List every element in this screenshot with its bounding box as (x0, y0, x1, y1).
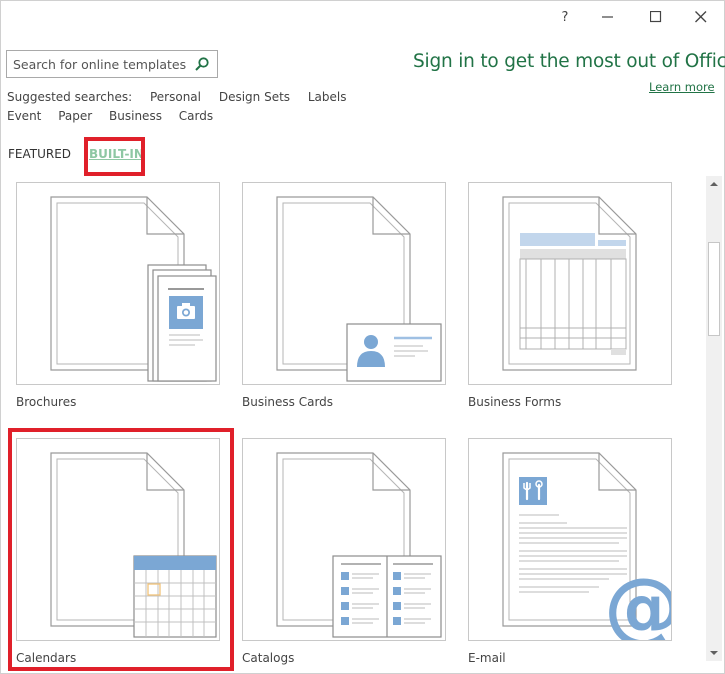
learn-more-link[interactable]: Learn more (649, 80, 715, 94)
search-icon (195, 57, 209, 71)
business-form-icon (502, 196, 637, 371)
email-icon: @ (502, 452, 671, 640)
template-thumbnail (242, 182, 446, 385)
scroll-up-button[interactable] (706, 176, 722, 192)
suggested-label: Suggested searches: (7, 90, 133, 104)
template-tile-calendars[interactable]: Calendars (16, 438, 220, 665)
scroll-down-button[interactable] (706, 645, 722, 661)
template-tile-brochures[interactable]: Brochures (16, 182, 220, 409)
template-thumbnail (16, 182, 220, 385)
close-icon (695, 11, 707, 23)
suggested-link-design-sets[interactable]: Design Sets (219, 90, 290, 104)
template-label: Calendars (16, 651, 77, 665)
template-thumbnail (242, 438, 446, 641)
suggested-link-business[interactable]: Business (109, 109, 162, 123)
template-tile-catalogs[interactable]: Catalogs (242, 438, 446, 665)
svg-text:@: @ (604, 563, 671, 640)
search-box (6, 50, 218, 78)
template-tile-email[interactable]: @ E-mail (468, 438, 672, 665)
template-label: Brochures (16, 395, 77, 409)
scroll-up-arrow-icon (710, 182, 718, 186)
search-button[interactable] (189, 51, 215, 77)
suggested-link-event[interactable]: Event (7, 109, 41, 123)
maximize-button[interactable] (641, 6, 671, 28)
tab-featured[interactable]: FEATURED (8, 147, 71, 161)
template-tile-business-cards[interactable]: Business Cards (242, 182, 446, 409)
minimize-icon (602, 16, 613, 18)
vertical-scrollbar[interactable] (706, 176, 722, 661)
signin-banner: Sign in to get the most out of Office (413, 51, 725, 72)
suggested-searches: Suggested searches: Personal Design Sets… (7, 90, 360, 104)
template-label: Business Forms (468, 395, 562, 409)
template-thumbnail (16, 438, 220, 641)
tab-built-in[interactable]: BUILT-IN (89, 147, 144, 161)
template-tile-business-forms[interactable]: Business Forms (468, 182, 672, 409)
help-icon: ? (561, 9, 569, 25)
help-button[interactable]: ? (550, 6, 580, 28)
template-thumbnail: @ (468, 438, 672, 641)
suggested-link-cards[interactable]: Cards (179, 109, 213, 123)
template-thumbnail (468, 182, 672, 385)
calendar-icon (50, 452, 217, 638)
minimize-button[interactable] (593, 6, 623, 28)
suggested-link-paper[interactable]: Paper (58, 109, 92, 123)
template-label: Catalogs (242, 651, 295, 665)
catalog-icon (276, 452, 442, 638)
business-card-icon (276, 196, 442, 382)
template-label: E-mail (468, 651, 506, 665)
brochure-icon (50, 196, 217, 382)
maximize-icon (650, 11, 662, 23)
suggested-link-personal[interactable]: Personal (150, 90, 201, 104)
suggested-searches-row2: Event Paper Business Cards (7, 109, 226, 123)
template-gallery-window: ? Sign in to get the most out of Office … (0, 0, 725, 674)
search-input[interactable] (7, 52, 189, 76)
scroll-down-arrow-icon (710, 651, 718, 655)
template-label: Business Cards (242, 395, 334, 409)
scrollbar-thumb[interactable] (708, 242, 720, 336)
close-button[interactable] (686, 6, 716, 28)
suggested-link-labels[interactable]: Labels (308, 90, 347, 104)
